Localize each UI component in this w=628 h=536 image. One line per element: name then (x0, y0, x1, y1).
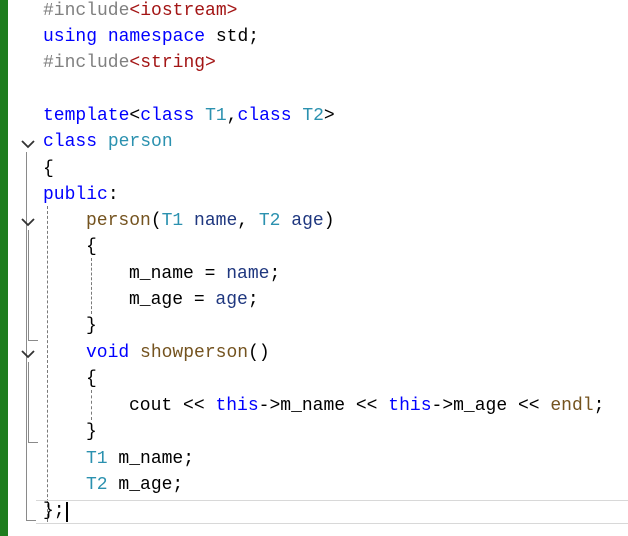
function-name: person (86, 211, 151, 231)
angle-open: < (129, 53, 141, 73)
code-line: } (86, 419, 97, 445)
keyword: this (388, 396, 432, 416)
code-line: T2 m_age; (86, 472, 183, 498)
operator: = (183, 290, 216, 310)
brace: } (86, 422, 97, 442)
text-caret (66, 502, 68, 522)
type-param: T1 (86, 449, 108, 469)
code-line: { (86, 366, 97, 392)
namespace-name: std; (205, 27, 260, 47)
code-line: T1 m_name; (86, 446, 194, 472)
header-name: iostream (140, 1, 227, 21)
operator: = (193, 264, 227, 284)
keyword: void (86, 343, 130, 363)
angle-open: < (129, 1, 141, 21)
code-line: } (86, 313, 97, 339)
brace: { (43, 159, 54, 179)
function-name: endl (550, 396, 594, 416)
type-param: T1 (161, 211, 184, 231)
indent-guide (91, 258, 92, 314)
angle-open: < (129, 106, 141, 126)
keyword: class (43, 132, 98, 152)
code-line: m_name = name; (129, 261, 280, 287)
code-line: cout << this->m_name << this->m_age << e… (129, 393, 604, 419)
keyword: this (215, 396, 259, 416)
semicolon: ; (247, 290, 259, 310)
paren: () (248, 343, 270, 363)
fold-chevron-icon[interactable] (20, 348, 36, 360)
fold-chevron-icon[interactable] (20, 216, 36, 228)
preprocessor-directive: #include (43, 1, 130, 21)
code-line: m_age = age; (129, 287, 259, 313)
code-line: using namespace std; (43, 24, 259, 50)
semicolon: ; (593, 396, 605, 416)
code-line: class person (43, 129, 173, 155)
member-name: m_age (453, 396, 508, 416)
brace: { (86, 369, 97, 389)
angle-close: > (205, 53, 216, 73)
code-line: { (43, 156, 54, 182)
semicolon: ; (269, 264, 281, 284)
keyword: template (43, 106, 130, 126)
paren: ( (150, 211, 162, 231)
identifier: cout (129, 396, 173, 416)
code-line: #include<string> (43, 50, 216, 76)
fold-line (28, 362, 29, 442)
code-line: void showperson() (86, 340, 270, 366)
editor-gutter (8, 0, 38, 536)
type-param: T1 (205, 106, 227, 126)
change-indicator-bar (0, 0, 8, 536)
brace: { (86, 237, 97, 257)
keyword: class (237, 106, 292, 126)
current-line-highlight (36, 500, 628, 524)
type-param: T2 (258, 211, 281, 231)
code-line: }; (43, 498, 65, 524)
keyword: namespace (107, 27, 206, 47)
indent-guide (47, 206, 48, 522)
param-name: name (183, 211, 238, 231)
operator: << (345, 396, 389, 416)
fold-chevron-icon[interactable] (20, 138, 36, 150)
fold-end-marker (28, 340, 38, 341)
fold-end-marker (26, 520, 36, 521)
member-name: m_age (129, 290, 184, 310)
fold-line (28, 230, 29, 340)
colon: : (107, 185, 119, 205)
operator: -> (258, 396, 281, 416)
type-param: T2 (86, 475, 108, 495)
header-name: string (140, 53, 206, 73)
code-line: { (86, 234, 97, 260)
keyword: using (43, 27, 98, 47)
code-line: person(T1 name, T2 age) (86, 208, 335, 234)
param-name: age (215, 290, 248, 310)
member-decl: m_name; (107, 449, 195, 469)
paren: ) (323, 211, 335, 231)
access-specifier: public (43, 185, 108, 205)
operator: -> (431, 396, 454, 416)
type-param: T2 (302, 106, 324, 126)
preprocessor-directive: #include (43, 53, 130, 73)
code-line: #include<iostream> (43, 0, 237, 24)
operator: << (172, 396, 216, 416)
comma: , (226, 106, 238, 126)
class-end: }; (43, 501, 65, 521)
function-name: showperson (140, 343, 249, 363)
angle-close: > (323, 106, 335, 126)
code-line: template<class T1,class T2> (43, 103, 335, 129)
comma: , (237, 211, 259, 231)
operator: << (507, 396, 551, 416)
angle-close: > (226, 1, 238, 21)
member-name: m_name (280, 396, 346, 416)
code-line: public: (43, 182, 119, 208)
brace: } (86, 316, 97, 336)
indent-guide (91, 390, 92, 420)
keyword: class (140, 106, 195, 126)
class-name: person (107, 132, 173, 152)
fold-line (26, 152, 27, 520)
member-decl: m_age; (107, 475, 184, 495)
member-name: m_name (129, 264, 194, 284)
param-name: age (280, 211, 324, 231)
fold-end-marker (28, 442, 38, 443)
param-name: name (226, 264, 270, 284)
